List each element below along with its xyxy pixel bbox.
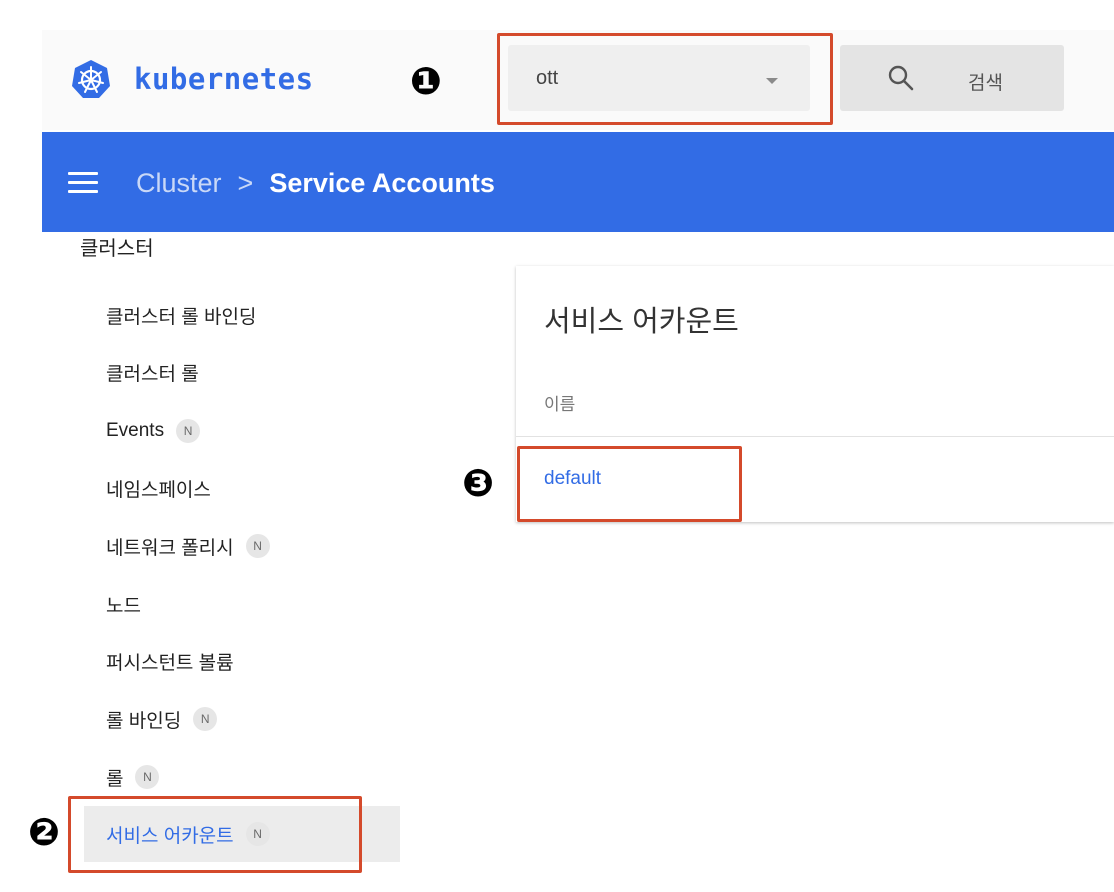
namespace-select-value: ott xyxy=(536,67,559,89)
sidebar-item-events[interactable]: Events N xyxy=(106,416,201,446)
sidebar-item-label: 서비스 어카운트 xyxy=(106,825,234,847)
sidebar-item-label: 네트워크 폴리시 xyxy=(106,537,234,559)
service-accounts-card: 서비스 어카운트 이름 default xyxy=(516,266,1114,522)
sidebar-item-cluster-role-bindings[interactable]: 클러스터 롤 바인딩 xyxy=(106,300,256,330)
sidebar-item-service-accounts[interactable]: 서비스 어카운트 N xyxy=(106,819,270,849)
sidebar-item-label: 노드 xyxy=(106,595,141,617)
namespaced-badge: N xyxy=(193,707,218,731)
column-header-name[interactable]: 이름 xyxy=(544,390,575,415)
sidebar-item-role-bindings[interactable]: 롤 바인딩 N xyxy=(106,704,218,734)
search-label: 검색 xyxy=(968,73,1003,94)
annotation-marker-2: ❷ xyxy=(27,810,61,854)
search-icon xyxy=(888,65,914,91)
search-box[interactable]: 검색 xyxy=(840,45,1064,111)
sidebar-item-label: 네임스페이스 xyxy=(106,479,211,501)
dropdown-caret-icon xyxy=(766,78,778,84)
sidebar-item-label: 롤 xyxy=(106,768,124,790)
page-header: Cluster > Service Accounts xyxy=(42,132,1114,232)
sidebar-item-roles[interactable]: 롤 N xyxy=(106,762,160,792)
namespace-select[interactable]: ott xyxy=(508,45,810,111)
sidebar-item-label: 클러스터 롤 바인딩 xyxy=(106,306,257,328)
table-divider xyxy=(516,436,1114,437)
sidebar-item-label: 롤 바인딩 xyxy=(106,710,182,732)
sidebar-item-label: 클러스터 롤 xyxy=(106,363,199,385)
sidebar-item-label: 퍼시스턴트 볼륨 xyxy=(106,652,234,674)
sidebar-section-cluster: 클러스터 xyxy=(80,238,154,260)
namespaced-badge: N xyxy=(245,822,270,846)
brand-name: kubernetes xyxy=(134,62,314,96)
service-account-link[interactable]: default xyxy=(544,468,601,490)
annotation-marker-3: ❸ xyxy=(461,461,495,505)
breadcrumb-separator: > xyxy=(237,168,254,198)
breadcrumb-cluster-link[interactable]: Cluster xyxy=(136,168,222,199)
sidebar-item-nodes[interactable]: 노드 xyxy=(106,589,141,619)
sidebar-item-persistent-volumes[interactable]: 퍼시스턴트 볼륨 xyxy=(106,646,234,676)
namespaced-badge: N xyxy=(135,765,160,789)
sidebar-item-namespaces[interactable]: 네임스페이스 xyxy=(106,473,211,503)
breadcrumb: Cluster > Service Accounts xyxy=(136,168,495,199)
namespaced-badge: N xyxy=(245,534,270,558)
card-title: 서비스 어카운트 xyxy=(544,306,739,338)
sidebar-item-cluster-roles[interactable]: 클러스터 롤 xyxy=(106,357,199,387)
brand[interactable]: kubernetes xyxy=(70,58,314,100)
page-title: Service Accounts xyxy=(269,168,495,198)
namespaced-badge: N xyxy=(176,419,201,443)
sidebar-item-network-policies[interactable]: 네트워크 폴리시 N xyxy=(106,531,270,561)
annotation-marker-1: ❶ xyxy=(409,59,443,103)
sidebar-item-label: Events xyxy=(106,420,165,441)
hamburger-menu-icon[interactable] xyxy=(68,172,98,194)
kubernetes-logo-icon xyxy=(72,60,110,98)
